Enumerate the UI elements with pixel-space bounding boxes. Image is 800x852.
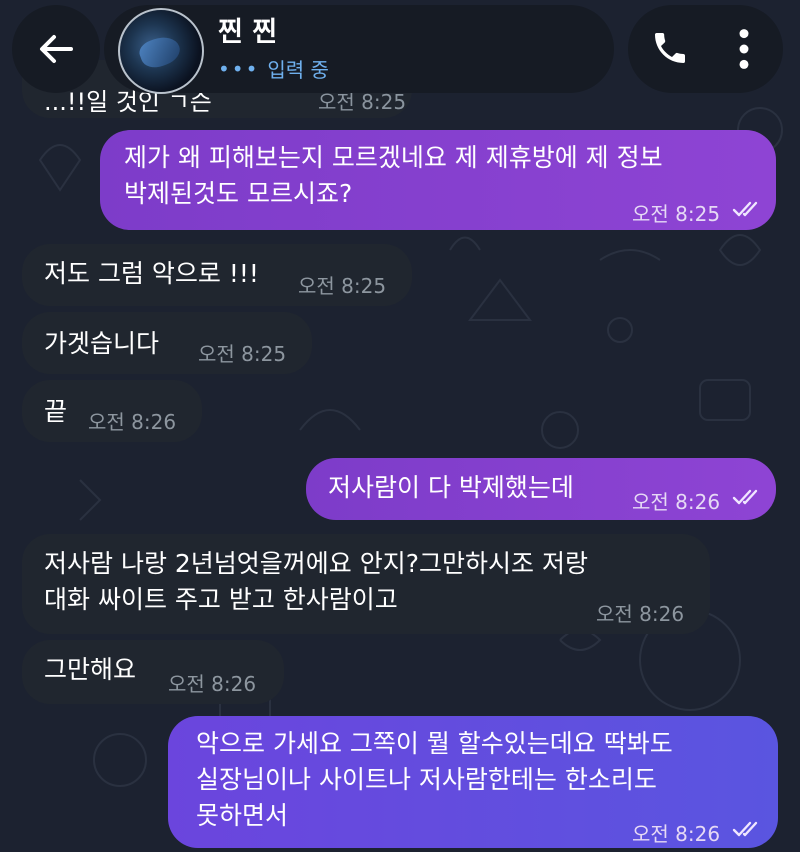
chat-name: 찐 찐 (218, 17, 278, 48)
double-check-icon (732, 201, 758, 217)
back-button[interactable] (12, 5, 100, 93)
message-time: 오전 8:26 (632, 490, 721, 514)
message-incoming[interactable]: 그만해요 오전 8:26 (22, 640, 284, 704)
message-text: 저도 그럼 악으로 !!! (44, 259, 259, 288)
message-time: 오전 8:25 (198, 342, 287, 366)
phone-icon[interactable] (650, 28, 690, 68)
message-time: 오전 8:26 (632, 822, 721, 846)
typing-status: ••• 입력 중 (218, 54, 329, 83)
typing-dots: ••• (218, 56, 260, 81)
message-incoming[interactable]: 가겟습니다 오전 8:25 (22, 312, 312, 374)
more-vertical-icon[interactable] (734, 28, 754, 70)
arrow-left-icon (40, 35, 73, 63)
message-time: 오전 8:26 (168, 672, 257, 696)
chat-header: 찐 찐 ••• 입력 중 (0, 0, 800, 100)
message-incoming[interactable]: 저도 그럼 악으로 !!! 오전 8:25 (22, 244, 412, 306)
message-time: 오전 8:25 (632, 202, 721, 226)
double-check-icon (732, 489, 758, 505)
message-incoming[interactable]: 끝 오전 8:26 (22, 380, 202, 442)
message-outgoing[interactable]: 저사람이 다 박제했는데 오전 8:26 (306, 458, 776, 520)
message-incoming[interactable]: 저사람 나랑 2년넘엇을꺼에요 안지?그만하시조 저랑 대화 싸이트 주고 받고… (22, 534, 710, 634)
typing-label: 입력 중 (267, 58, 329, 82)
avatar[interactable] (118, 8, 204, 94)
message-text: 악으로 가세요 그쪽이 뭘 할수있는데요 딱봐도 실장님이나 사이트나 저사람한… (196, 729, 673, 830)
message-time: 오전 8:26 (88, 410, 177, 434)
message-time: 오전 8:26 (596, 602, 685, 626)
message-text: 저사람 나랑 2년넘엇을꺼에요 안지?그만하시조 저랑 대화 싸이트 주고 받고… (44, 549, 588, 614)
message-text: 끝 (44, 397, 68, 426)
message-text: 제가 왜 피해보는지 모르겠네요 제 제휴방에 제 정보 박제된것도 모르시죠? (124, 143, 663, 208)
message-outgoing[interactable]: 악으로 가세요 그쪽이 뭘 할수있는데요 딱봐도 실장님이나 사이트나 저사람한… (168, 716, 778, 848)
message-text: 그만해요 (44, 655, 137, 684)
message-text: 가겟습니다 (44, 329, 160, 358)
message-time: 오전 8:25 (298, 274, 387, 298)
message-outgoing[interactable]: 제가 왜 피해보는지 모르겠네요 제 제휴방에 제 정보 박제된것도 모르시죠?… (100, 130, 776, 230)
double-check-icon (732, 821, 758, 837)
message-text: 저사람이 다 박제했는데 (328, 473, 574, 502)
